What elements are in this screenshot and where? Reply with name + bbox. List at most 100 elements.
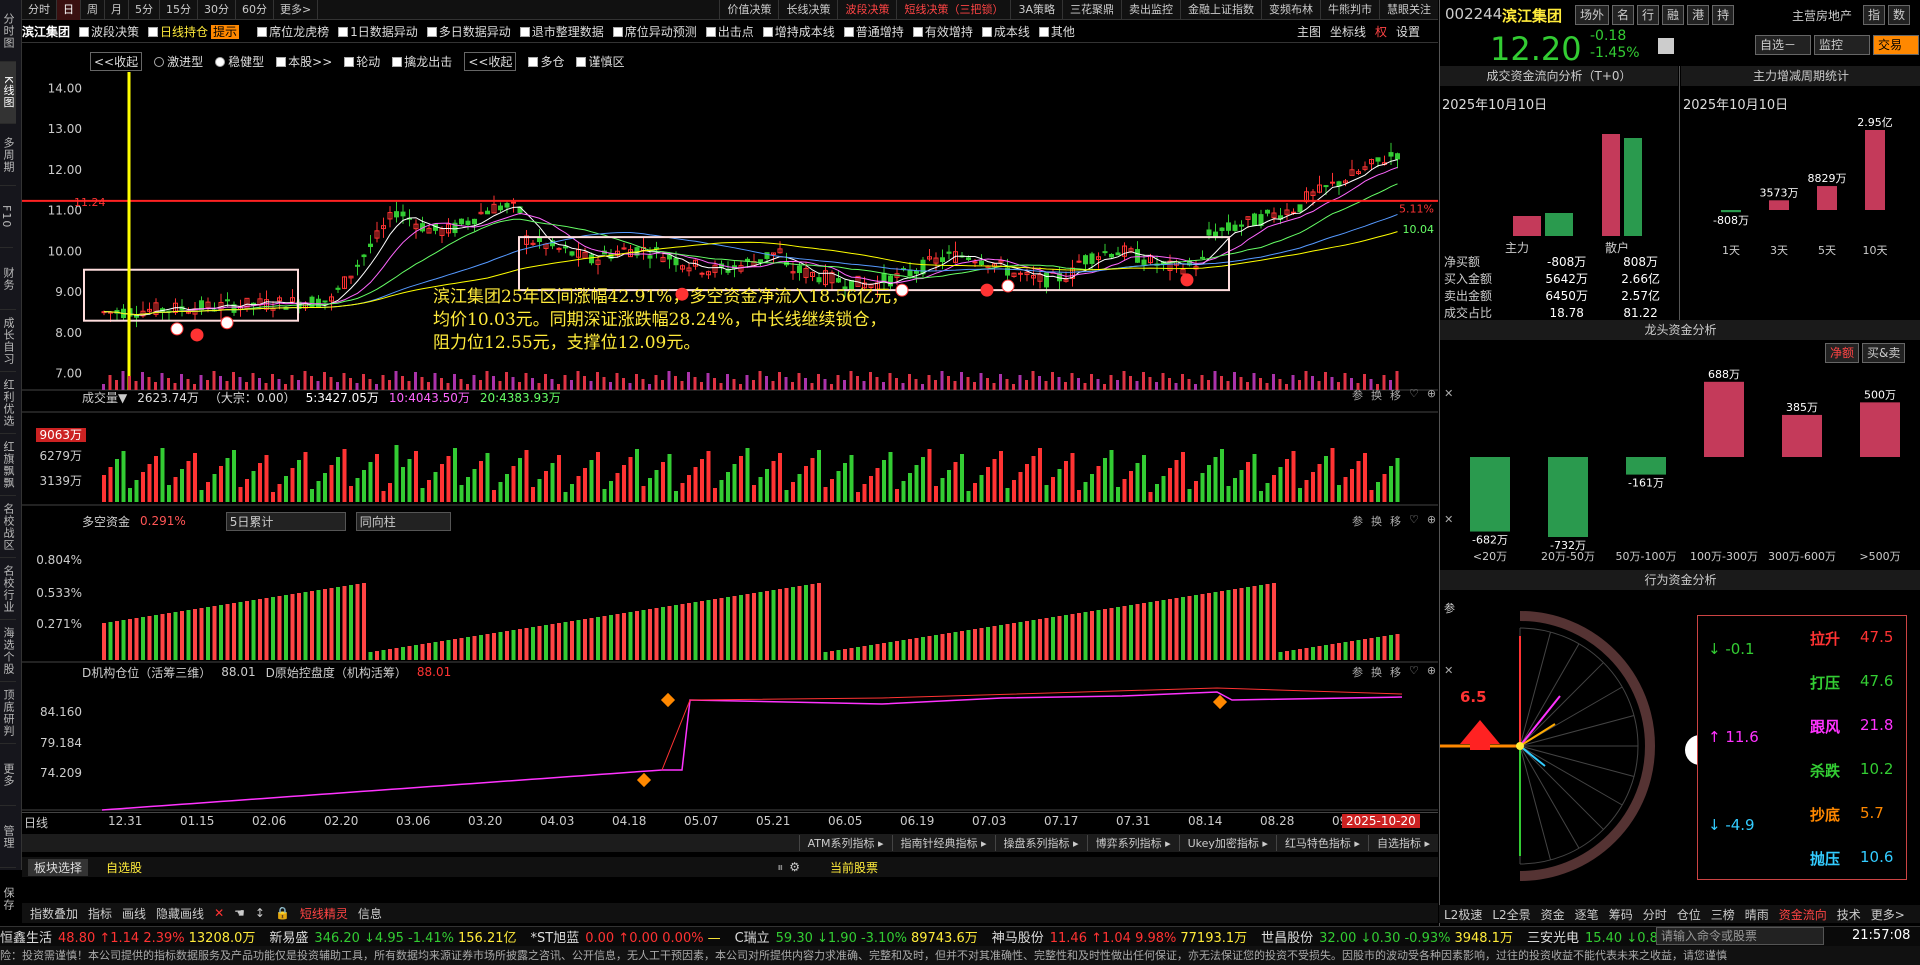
indicator-toggle-11[interactable]: 成本线 [981, 23, 1030, 40]
chart-option-2[interactable]: 权 [1375, 23, 1387, 40]
strategy-tab-8[interactable]: 变频布林 [1261, 0, 1320, 20]
pane-icon-5[interactable]: ✕ [1444, 664, 1453, 680]
sector-select-button[interactable]: 板块选择 [28, 858, 89, 876]
period-7[interactable]: 60分 [236, 0, 274, 20]
right-tab-7[interactable]: 三榜 [1706, 906, 1740, 923]
checkbox-icon[interactable] [612, 27, 623, 37]
ticker-item[interactable]: 神马股份 11.46 ↑1.04 9.98% 77193.1万 [992, 927, 1247, 946]
strategy-tab-1[interactable]: 长线决策 [778, 0, 837, 20]
money-select-1[interactable]: 5日累计 [225, 511, 346, 531]
pane-icon-4[interactable]: ⊕ [1427, 664, 1436, 680]
command-input[interactable]: 请输入命令或股票 [1656, 927, 1824, 945]
indicator-toggle-3[interactable]: 1日数据异动 [338, 23, 418, 40]
chart-toggle-1[interactable]: 激进型 [154, 53, 203, 70]
strategy-tab-7[interactable]: 金融上证指数 [1180, 0, 1261, 20]
pane-icon-3[interactable]: ♡ [1409, 664, 1419, 680]
strategy-tab-9[interactable]: 牛熊判市 [1320, 0, 1379, 20]
ticker-item[interactable]: *ST旭蓝 0.00 ↑0.00 0.00% — [531, 927, 721, 946]
dragon-tab-net[interactable]: 净额 [1825, 343, 1860, 363]
gear-icon[interactable]: ⚙ [789, 860, 800, 874]
strategy-tab-0[interactable]: 价值决策 [719, 0, 778, 20]
side-tab-6[interactable]: 红利优选 [0, 372, 16, 434]
side-tab-8[interactable]: 名校战区 [0, 496, 16, 558]
pane-icon-2[interactable]: 移 [1390, 513, 1401, 529]
sector-btn-1[interactable]: 数 [1888, 5, 1911, 25]
checkbox-icon[interactable] [912, 27, 923, 37]
money-select-2[interactable]: 同向柱 [355, 511, 451, 531]
period-1[interactable]: 日 [57, 0, 81, 20]
radio-icon[interactable] [215, 56, 226, 67]
sector-btn-0[interactable]: 指 [1863, 5, 1886, 25]
ticker-item[interactable]: 世昌股份 32.00 ↓0.30 -0.93% 3948.1万 [1261, 927, 1513, 946]
indicator-toggle-2[interactable]: 席位龙虎榜 [257, 23, 329, 40]
side-tab-0[interactable]: 分时图 [0, 0, 16, 62]
ticker-item[interactable]: 新易盛 346.20 ↓4.95 -1.41% 156.21亿 [269, 927, 516, 946]
hand-icon[interactable]: ☚ [234, 906, 245, 920]
chart-toggle-4[interactable]: 轮动 [344, 53, 380, 70]
side-tab-4[interactable]: 财务 [0, 248, 16, 310]
pane-icon-0[interactable]: 参 [1352, 387, 1363, 403]
right-tab-4[interactable]: 筹码 [1604, 906, 1638, 923]
chart-toggle-6[interactable]: <<收起 [464, 51, 517, 71]
checkbox-icon[interactable] [576, 56, 587, 67]
strategy-tab-10[interactable]: 慧眼关注 [1379, 0, 1438, 20]
move-icon[interactable]: ↕ [255, 906, 265, 920]
ticker-item[interactable]: 恒鑫生活 48.80 ↑1.14 2.39% 13208.0万 [0, 927, 255, 946]
indicator-tab-3[interactable]: 博弈系列指标 ▸ [1086, 835, 1179, 851]
side-tab-14[interactable]: 保存 [0, 868, 16, 930]
strategy-tab-5[interactable]: 三花聚鼎 [1062, 0, 1121, 20]
radio-icon[interactable] [154, 56, 165, 67]
chart-toggle-3[interactable]: 本股>> [276, 53, 332, 70]
pane-icon-0[interactable]: 参 [1352, 664, 1363, 680]
pane-icon-3[interactable]: ♡ [1409, 387, 1419, 403]
close-icon[interactable]: ✕ [214, 906, 224, 920]
indicator-toggle-0[interactable]: 波段决策 [79, 23, 139, 40]
lock-icon[interactable]: 🔒 [275, 906, 290, 920]
ticker-item[interactable]: 三安光电 15.40 ↓0.84 [1527, 927, 1670, 946]
strategy-tab-4[interactable]: 3A策略 [1010, 0, 1062, 20]
period-2[interactable]: 周 [81, 0, 105, 20]
checkbox-icon[interactable] [426, 27, 437, 37]
pane-icon-4[interactable]: ⊕ [1427, 513, 1436, 529]
checkbox-icon[interactable] [843, 27, 854, 37]
ticker-item[interactable]: C瑞立 59.30 ↓1.90 -3.10% 89743.6万 [735, 927, 978, 946]
tool-index-overlay[interactable]: 指数叠加 [30, 905, 78, 922]
side-tab-9[interactable]: 名校行业 [0, 558, 16, 620]
indicator-tab-6[interactable]: 自选指标 ▸ [1367, 835, 1438, 851]
stock-tag-1[interactable]: 名 [1612, 5, 1635, 25]
stock-tag-3[interactable]: 融 [1662, 5, 1685, 25]
right-tab-1[interactable]: L2全景 [1487, 906, 1535, 923]
checkbox-icon[interactable] [344, 56, 355, 67]
period-0[interactable]: 分时 [22, 0, 57, 20]
checkbox-icon[interactable] [338, 27, 349, 37]
side-tab-10[interactable]: 海选个股 [0, 620, 16, 682]
tool-short-spirit[interactable]: 短线精灵 [300, 905, 348, 922]
indicator-tab-5[interactable]: 红马特色指标 ▸ [1275, 835, 1368, 851]
right-tab-11[interactable]: 更多> [1866, 906, 1910, 923]
right-tab-8[interactable]: 晴雨 [1740, 906, 1774, 923]
strategy-tab-2[interactable]: 波段决策 [837, 0, 896, 20]
pane-icon-1[interactable]: 换 [1371, 513, 1382, 529]
pane-icon-1[interactable]: 换 [1371, 387, 1382, 403]
checkbox-icon[interactable] [762, 27, 773, 37]
right-tab-10[interactable]: 技术 [1832, 906, 1866, 923]
right-tab-2[interactable]: 资金 [1536, 906, 1570, 923]
side-tab-1[interactable]: K线图 [0, 62, 16, 124]
stock-tag-5[interactable]: 持 [1712, 5, 1735, 25]
pane-icon-5[interactable]: ✕ [1444, 513, 1453, 529]
pane-icon-5[interactable]: ✕ [1444, 387, 1453, 403]
strategy-tab-3[interactable]: 短线决策（三把锁） [896, 0, 1010, 20]
checkbox-icon[interactable] [981, 27, 992, 37]
indicator-toggle-8[interactable]: 增持成本线 [762, 23, 835, 40]
trade-button[interactable]: 交易 [1873, 35, 1919, 55]
stock-tag-0[interactable]: 场外 [1575, 5, 1610, 25]
side-tab-7[interactable]: 红旗飘飘 [0, 434, 16, 496]
side-tab-11[interactable]: 顶底研判 [0, 682, 16, 744]
pane-icon-1[interactable]: 换 [1371, 664, 1382, 680]
indicator-toggle-5[interactable]: 退市整理数据 [519, 23, 604, 40]
pane-icon-2[interactable]: 移 [1390, 387, 1401, 403]
indicator-tab-4[interactable]: Ukey加密指标 ▸ [1178, 835, 1276, 851]
indicator-tab-1[interactable]: 指南针经典指标 ▸ [891, 835, 995, 851]
chart-toggle-7[interactable]: 多仓 [528, 53, 564, 70]
pane-icon-2[interactable]: 移 [1390, 664, 1401, 680]
